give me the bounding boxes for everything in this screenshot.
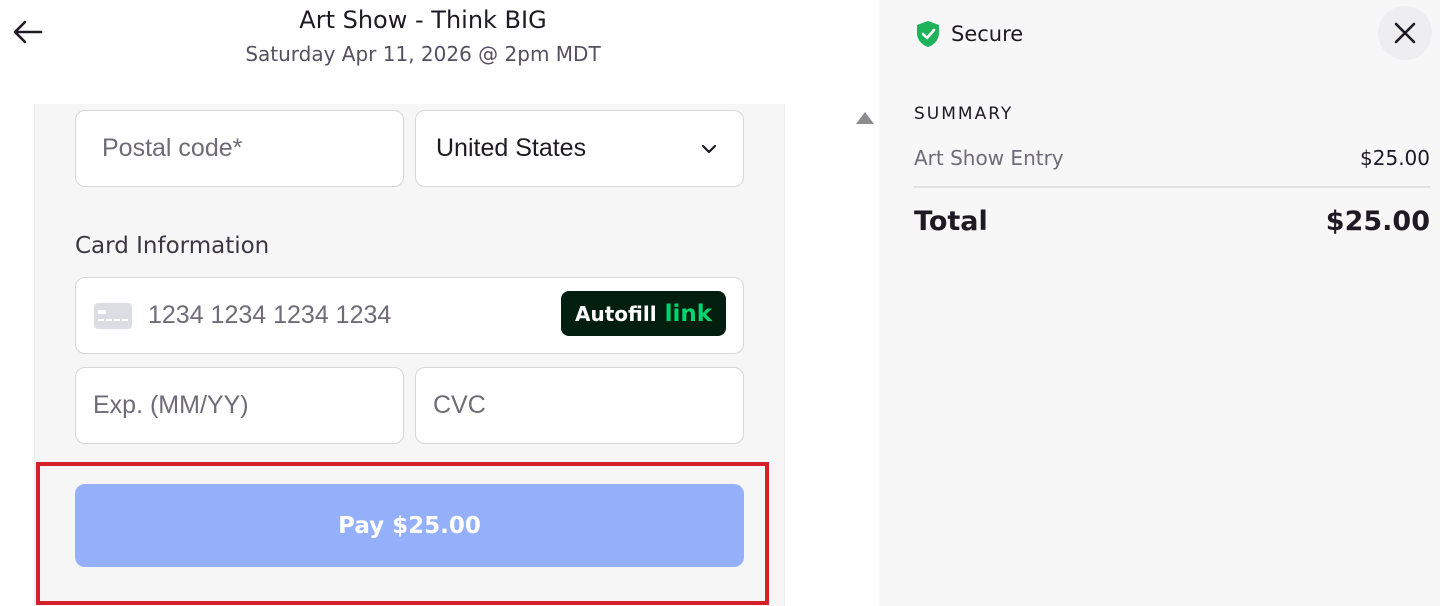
summary-heading: SUMMARY	[914, 104, 1014, 124]
cvc-field[interactable]: CVC	[415, 367, 744, 444]
country-selected-value: United States	[436, 134, 587, 162]
pay-button[interactable]: Pay $25.00	[75, 484, 744, 567]
secure-indicator: Secure	[915, 20, 1023, 48]
total-value: $25.00	[1325, 206, 1430, 237]
expiry-date-field[interactable]: Exp. (MM/YY)	[75, 367, 404, 444]
total-label: Total	[914, 206, 988, 237]
card-number-placeholder: 1234 1234 1234 1234	[148, 301, 392, 329]
shield-check-icon	[917, 21, 939, 47]
expiry-placeholder: Exp. (MM/YY)	[93, 391, 249, 419]
event-date: Saturday Apr 11, 2026 @ 2pm MDT	[245, 42, 601, 66]
summary-divider	[914, 186, 1430, 188]
total-row: Total $25.00	[914, 206, 1430, 237]
postal-code-placeholder: Postal code*	[102, 134, 243, 162]
line-item-name: Art Show Entry	[914, 146, 1064, 170]
event-title: Art Show - Think BIG	[299, 6, 547, 34]
postal-code-field[interactable]: Postal code*	[75, 110, 404, 187]
scroll-up-icon[interactable]	[856, 112, 874, 124]
summary-line-item: Art Show Entry $25.00	[914, 146, 1430, 170]
chevron-down-icon	[701, 144, 717, 153]
close-icon	[1394, 22, 1416, 44]
autofill-label: Autofill	[575, 301, 657, 326]
secure-label: Secure	[951, 22, 1024, 46]
card-number-field[interactable]: 1234 1234 1234 1234 Autofill link	[75, 277, 744, 354]
checkout-header: Art Show - Think BIG Saturday Apr 11, 20…	[0, 0, 879, 104]
line-item-price: $25.00	[1360, 146, 1430, 170]
credit-card-icon	[94, 302, 132, 329]
order-summary-panel: Secure SUMMARY Art Show Entry $25.00 Tot…	[879, 0, 1440, 606]
close-button[interactable]	[1378, 6, 1432, 60]
link-brand-logo: link	[664, 300, 712, 327]
autofill-link-button[interactable]: Autofill link	[561, 291, 726, 336]
cvc-placeholder: CVC	[433, 391, 486, 419]
country-select[interactable]: United States	[415, 110, 744, 187]
card-information-label: Card Information	[75, 233, 270, 259]
